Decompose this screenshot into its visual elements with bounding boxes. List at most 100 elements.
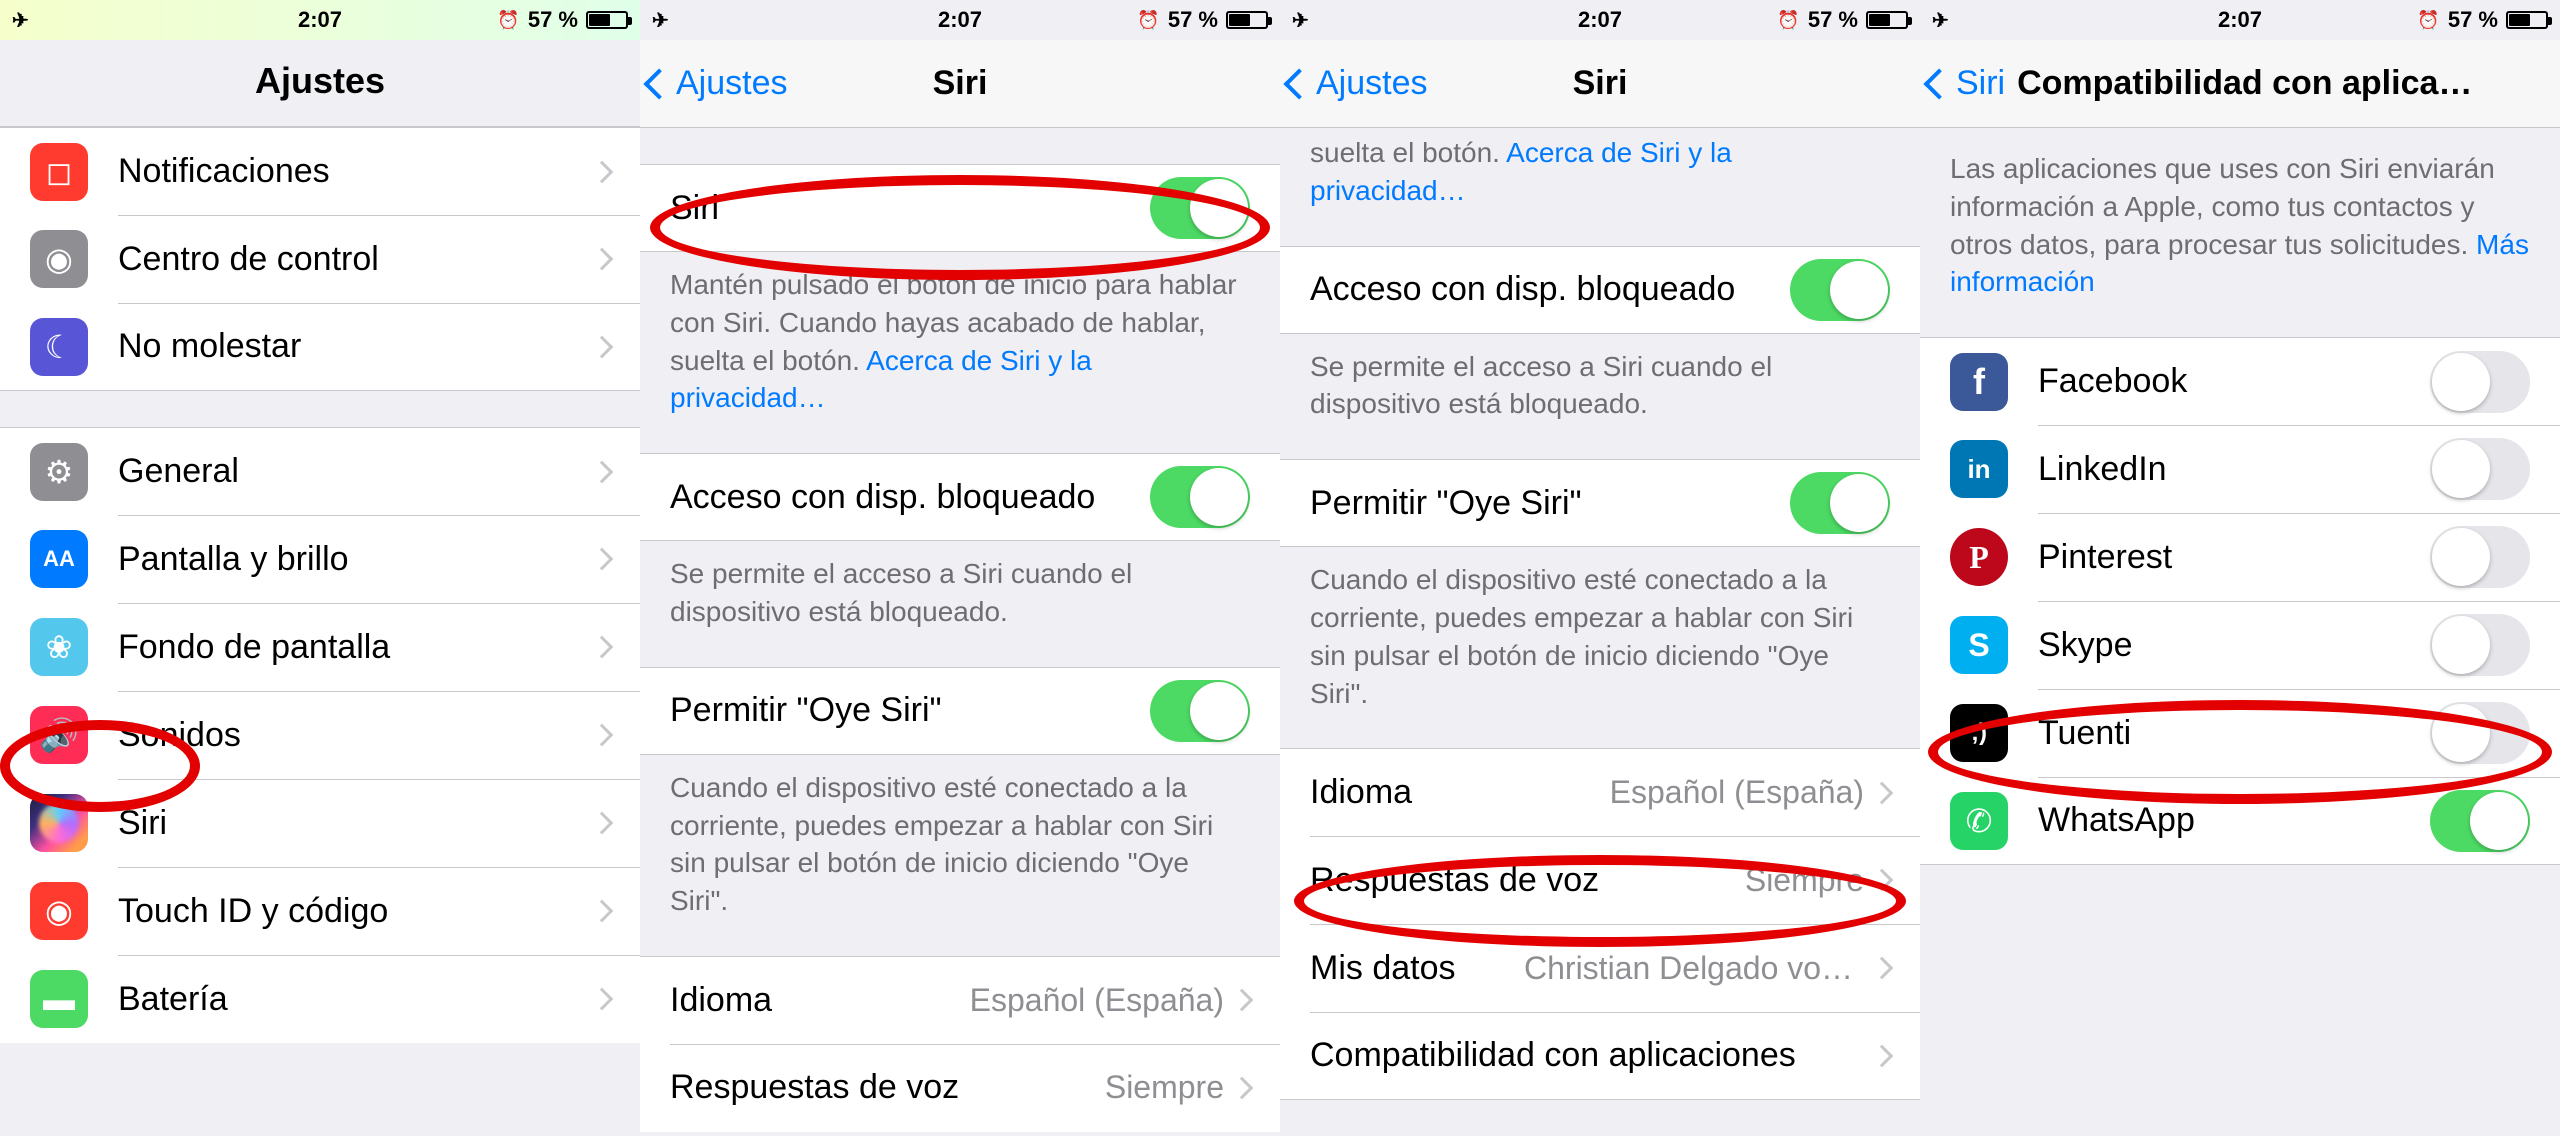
switch[interactable] [2430, 438, 2530, 500]
switch[interactable] [1150, 466, 1250, 528]
alarm-icon: ⏰ [497, 10, 519, 31]
battery-percent: 57 % [1168, 7, 1218, 33]
switch[interactable] [1150, 680, 1250, 742]
row-siri[interactable]: Siri [0, 779, 640, 867]
row-notifications[interactable]: ◻︎ Notificaciones [0, 127, 640, 215]
skype-icon: S [1950, 616, 2008, 674]
row-sounds[interactable]: 🔊 Sonidos [0, 691, 640, 779]
row-linkedin[interactable]: in LinkedIn [1920, 425, 2560, 513]
chevron-right-icon [591, 548, 614, 571]
alarm-icon: ⏰ [1777, 10, 1799, 31]
battery-icon: ▬ [30, 970, 88, 1028]
alarm-icon: ⏰ [1137, 10, 1159, 31]
switch[interactable] [2430, 526, 2530, 588]
airplane-icon: ✈︎ [652, 8, 669, 33]
chevron-right-icon [591, 636, 614, 659]
chevron-right-icon [1871, 957, 1894, 980]
toggle-access-locked[interactable]: Acceso con disp. bloqueado [640, 453, 1280, 541]
value-label: Español (España) [1610, 774, 1864, 811]
row-tuenti[interactable]: ;) Tuenti [1920, 689, 2560, 777]
value-label: Siempre [1105, 1069, 1224, 1106]
notifications-icon: ◻︎ [30, 143, 88, 201]
row-control-center[interactable]: ◉ Centro de control [0, 215, 640, 303]
linkedin-icon: in [1950, 440, 2008, 498]
toggle-hey-siri[interactable]: Permitir "Oye Siri" [1280, 459, 1920, 547]
battery-percent: 57 % [1808, 7, 1858, 33]
row-battery[interactable]: ▬ Batería [0, 955, 640, 1043]
back-button[interactable]: Ajustes [640, 64, 788, 103]
switch[interactable] [2430, 614, 2530, 676]
status-bar: ✈︎ 2:07 ⏰ 57 % [1920, 0, 2560, 40]
fingerprint-icon: ◉ [30, 882, 88, 940]
footer-text: Cuando el dispositivo esté conectado a l… [640, 755, 1280, 920]
battery-icon [2506, 11, 2548, 29]
switch[interactable] [1790, 259, 1890, 321]
wallpaper-icon: ❀ [30, 618, 88, 676]
toggle-access-locked[interactable]: Acceso con disp. bloqueado [1280, 246, 1920, 334]
clock: 2:07 [2218, 7, 2262, 33]
page-title: Compatibilidad con aplicacio… [2017, 64, 2477, 103]
chevron-right-icon [1231, 1077, 1254, 1100]
gear-icon: ⚙︎ [30, 443, 88, 501]
chevron-right-icon [591, 812, 614, 835]
navigation-bar: Ajustes Siri [1280, 40, 1920, 128]
switch[interactable] [2430, 702, 2530, 764]
control-center-icon: ◉ [30, 230, 88, 288]
navigation-bar: Siri Compatibilidad con aplicacio… [1920, 40, 2560, 128]
row-voice-responses[interactable]: Respuestas de voz Siempre [640, 1044, 1280, 1132]
airplane-icon: ✈︎ [1292, 8, 1309, 33]
row-language[interactable]: Idioma Español (España) [640, 956, 1280, 1044]
row-facebook[interactable]: f Facebook [1920, 337, 2560, 425]
status-bar: ✈︎ 2:07 ⏰ 57 % [640, 0, 1280, 40]
battery-percent: 57 % [2448, 7, 2498, 33]
chevron-left-icon [643, 68, 674, 99]
chevron-right-icon [591, 460, 614, 483]
chevron-right-icon [1871, 869, 1894, 892]
header-description: Las aplicaciones que uses con Siri envia… [1920, 128, 2560, 301]
row-voice-responses[interactable]: Respuestas de voz Siempre [1280, 836, 1920, 924]
screen-siri-scrolled: ✈︎ 2:07 ⏰ 57 % Ajustes Siri suelta el bo… [1280, 0, 1920, 1136]
toggle-hey-siri[interactable]: Permitir "Oye Siri" [640, 667, 1280, 755]
row-wallpaper[interactable]: ❀ Fondo de pantalla [0, 603, 640, 691]
row-touch-id[interactable]: ◉ Touch ID y código [0, 867, 640, 955]
switch[interactable] [2430, 790, 2530, 852]
row-display[interactable]: AA Pantalla y brillo [0, 515, 640, 603]
switch[interactable] [1790, 472, 1890, 534]
row-my-info[interactable]: Mis datos Christian Delgado von… [1280, 924, 1920, 1012]
footer-text: Se permite el acceso a Siri cuando el di… [1280, 334, 1920, 424]
chevron-right-icon [591, 335, 614, 358]
battery-icon [1866, 11, 1908, 29]
screen-app-support: ✈︎ 2:07 ⏰ 57 % Siri Compatibilidad con a… [1920, 0, 2560, 1136]
chevron-right-icon [591, 724, 614, 747]
switch[interactable] [1150, 177, 1250, 239]
value-label: Christian Delgado von… [1524, 950, 1864, 987]
page-title: Siri [1573, 64, 1628, 103]
footer-text: Mantén pulsado el botón de inicio para h… [640, 252, 1280, 417]
battery-icon [586, 11, 628, 29]
clock: 2:07 [938, 7, 982, 33]
row-do-not-disturb[interactable]: ☾ No molestar [0, 303, 640, 391]
navigation-bar: Ajustes Siri [640, 40, 1280, 128]
row-app-support[interactable]: Compatibilidad con aplicaciones [1280, 1012, 1920, 1100]
footer-text: suelta el botón. Acerca de Siri y la pri… [1280, 128, 1920, 210]
row-pinterest[interactable]: P Pinterest [1920, 513, 2560, 601]
toggle-siri[interactable]: Siri [640, 164, 1280, 252]
chevron-right-icon [1871, 1045, 1894, 1068]
switch[interactable] [2430, 351, 2530, 413]
display-icon: AA [30, 530, 88, 588]
value-label: Siempre [1745, 862, 1864, 899]
chevron-right-icon [591, 248, 614, 271]
sound-icon: 🔊 [30, 706, 88, 764]
status-bar: ✈︎ 2:07 ⏰ 57 % [0, 0, 640, 40]
back-button[interactable]: Ajustes [1280, 64, 1428, 103]
footer-text: Cuando el dispositivo esté conectado a l… [1280, 547, 1920, 712]
screen-settings: ✈︎ 2:07 ⏰ 57 % Ajustes ◻︎ Notificaciones… [0, 0, 640, 1136]
row-skype[interactable]: S Skype [1920, 601, 2560, 689]
value-label: Español (España) [970, 982, 1224, 1019]
airplane-icon: ✈︎ [1932, 8, 1949, 33]
page-title: Ajustes [0, 40, 640, 126]
row-general[interactable]: ⚙︎ General [0, 427, 640, 515]
back-button[interactable]: Siri [1920, 64, 2005, 103]
row-language[interactable]: Idioma Español (España) [1280, 748, 1920, 836]
row-whatsapp[interactable]: ✆ WhatsApp [1920, 777, 2560, 865]
